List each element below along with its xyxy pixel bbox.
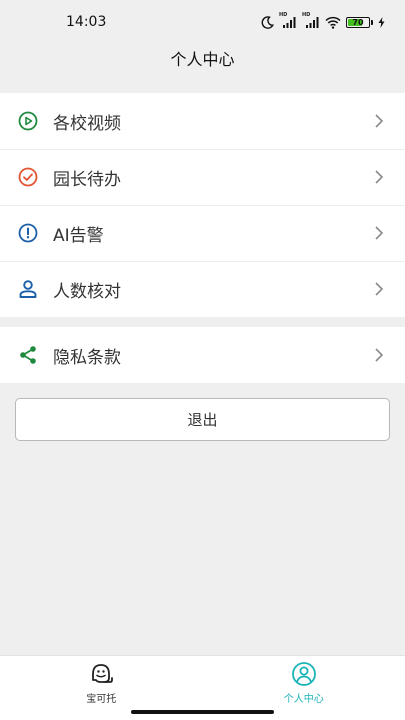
menu-item-label: 园长待办 — [53, 169, 121, 190]
status-icons: HD HD 70 — [261, 12, 385, 29]
menu-item-label: AI告警 — [53, 225, 104, 246]
share-icon — [17, 344, 39, 366]
play-circle-icon — [17, 110, 39, 132]
chevron-right-icon — [375, 114, 384, 128]
logout-button[interactable]: 退出 — [15, 398, 390, 441]
signal-icon-1: HD — [279, 12, 297, 29]
menu-item-school-videos[interactable]: 各校视频 — [0, 93, 405, 149]
home-indicator — [131, 710, 274, 714]
chevron-right-icon — [375, 282, 384, 296]
menu-item-headcount-check[interactable]: 人数核对 — [0, 261, 405, 317]
menu-group-main: 各校视频 园长待办 AI告警 人数核对 — [0, 93, 405, 317]
menu-item-ai-alerts[interactable]: AI告警 — [0, 205, 405, 261]
battery-text: 70 — [352, 17, 364, 27]
moon-icon — [261, 15, 274, 29]
tab-label: 宝可托 — [86, 694, 117, 705]
menu-group-privacy: 隐私条款 — [0, 327, 405, 383]
baby-face-icon — [92, 664, 114, 683]
chevron-right-icon — [375, 170, 384, 184]
status-time: 14:03 — [66, 14, 107, 30]
chevron-right-icon — [375, 226, 384, 240]
wifi-icon — [325, 16, 341, 29]
charging-icon — [378, 16, 385, 28]
menu-item-label: 各校视频 — [53, 113, 121, 134]
user-circle-icon — [291, 662, 316, 686]
tab-label: 个人中心 — [283, 694, 324, 705]
check-circle-icon — [17, 166, 39, 188]
menu-item-label: 隐私条款 — [53, 347, 121, 368]
menu-item-director-todo[interactable]: 园长待办 — [0, 149, 405, 205]
page-title: 个人中心 — [170, 50, 235, 69]
alert-circle-icon — [17, 222, 39, 244]
status-bar: 14:03 HD HD 70 — [0, 0, 405, 44]
menu-item-label: 人数核对 — [53, 281, 121, 302]
person-icon — [17, 278, 39, 300]
signal-icon-2: HD — [302, 12, 320, 29]
menu-item-privacy-policy[interactable]: 隐私条款 — [0, 327, 405, 383]
battery-indicator: 70 — [346, 16, 373, 28]
chevron-right-icon — [375, 348, 384, 362]
